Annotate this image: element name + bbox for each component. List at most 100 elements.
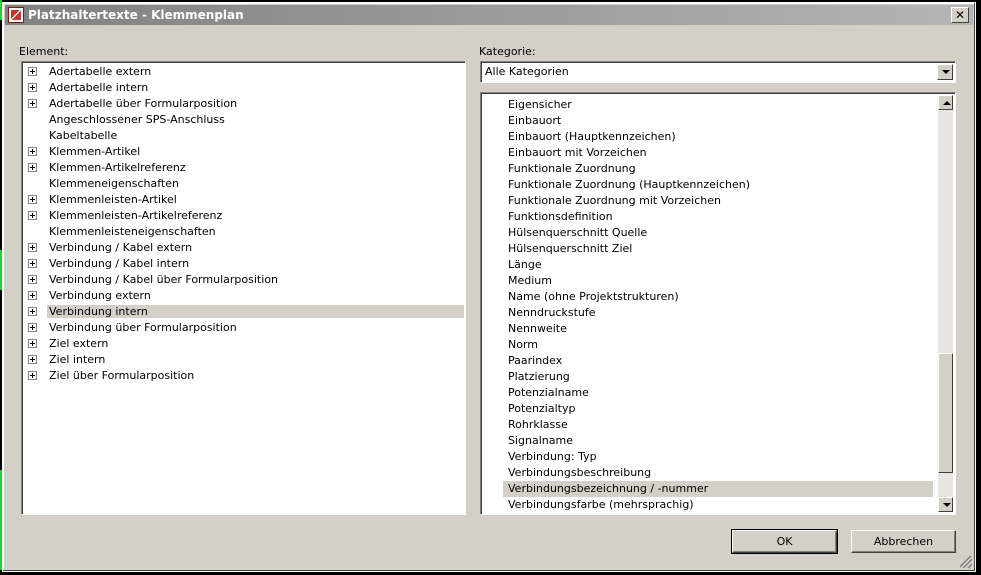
- tree-item-label: Klemmen-Artikelreferenz: [49, 161, 186, 174]
- list-item[interactable]: Potenzialtyp: [505, 401, 578, 417]
- expand-plus-icon[interactable]: [28, 259, 37, 268]
- expand-plus-icon[interactable]: [28, 307, 37, 316]
- tree-item-label: Ziel über Formularposition: [49, 369, 195, 382]
- tree-item[interactable]: Verbindung über Formularposition: [24, 320, 464, 336]
- cancel-button[interactable]: Abbrechen: [851, 530, 956, 553]
- tree-item[interactable]: Verbindung / Kabel extern: [24, 240, 464, 256]
- list-item[interactable]: Verbindungsfarbe (mehrsprachig): [505, 497, 697, 513]
- list-item[interactable]: Nenndruckstufe: [505, 305, 599, 321]
- tree-item[interactable]: Ziel über Formularposition: [24, 368, 464, 384]
- tree-item-label: Verbindung / Kabel intern: [49, 257, 190, 270]
- expand-plus-icon[interactable]: [28, 371, 37, 380]
- list-item[interactable]: Einbauort (Hauptkennzeichen): [505, 129, 679, 145]
- list-item[interactable]: Hülsenquerschnitt Quelle: [505, 225, 650, 241]
- list-item[interactable]: Verbindungsbeschreibung: [505, 465, 654, 481]
- scroll-down-button[interactable]: [938, 497, 953, 512]
- tree-item-label: Ziel extern: [49, 337, 109, 350]
- tree-item[interactable]: Ziel intern: [24, 352, 464, 368]
- tree-item-label: Verbindung / Kabel über Formularposition: [49, 273, 278, 286]
- tree-item-label: Klemmen-Artikel: [49, 145, 141, 158]
- list-item[interactable]: Funktionsdefinition: [505, 209, 616, 225]
- dialog-window: Platzhaltertexte - Klemmenplan ✕ Element…: [2, 2, 976, 572]
- list-item[interactable]: Funktionale Zuordnung (Hauptkennzeichen): [505, 177, 753, 193]
- expand-plus-icon[interactable]: [28, 99, 37, 108]
- app-icon: [8, 7, 24, 23]
- tree-item[interactable]: Verbindung / Kabel über Formularposition: [24, 272, 464, 288]
- category-dropdown-button[interactable]: [937, 64, 953, 80]
- list-item[interactable]: Einbauort: [505, 113, 564, 129]
- list-item[interactable]: Nennweite: [505, 321, 570, 337]
- arrow-up-icon: [943, 101, 951, 105]
- list-item[interactable]: Signalname: [505, 433, 576, 449]
- tree-item-label: Adertabelle extern: [49, 65, 152, 78]
- expand-plus-icon[interactable]: [28, 83, 37, 92]
- tree-item-label: Adertabelle intern: [49, 81, 149, 94]
- window-title: Platzhaltertexte - Klemmenplan: [28, 8, 244, 22]
- tree-item[interactable]: Verbindung / Kabel intern: [24, 256, 464, 272]
- tree-item[interactable]: Adertabelle über Formularposition: [24, 96, 464, 112]
- tree-item[interactable]: Ziel extern: [24, 336, 464, 352]
- list-item[interactable]: Funktionale Zuordnung mit Vorzeichen: [505, 193, 724, 209]
- list-item[interactable]: Einbauort mit Vorzeichen: [505, 145, 650, 161]
- expand-plus-icon[interactable]: [28, 211, 37, 220]
- list-item[interactable]: Norm: [505, 337, 541, 353]
- expand-plus-icon[interactable]: [28, 323, 37, 332]
- tree-item-label: Ziel intern: [49, 353, 106, 366]
- tree-item-label: Adertabelle über Formularposition: [49, 97, 238, 110]
- tree-item-label: Klemmeneigenschaften: [49, 177, 179, 190]
- tree-item-label: Verbindung extern: [49, 289, 151, 302]
- tree-item[interactable]: Klemmeneigenschaften: [24, 176, 464, 192]
- list-item[interactable]: Funktionale Zuordnung: [505, 161, 639, 177]
- ok-button[interactable]: OK: [731, 529, 838, 554]
- expand-plus-icon[interactable]: [28, 291, 37, 300]
- list-item[interactable]: Name (ohne Projektstrukturen): [505, 289, 682, 305]
- list-item[interactable]: Platzierung: [505, 369, 573, 385]
- expand-plus-icon[interactable]: [28, 355, 37, 364]
- tree-item-label: Angeschlossener SPS-Anschluss: [49, 113, 225, 126]
- placeholder-list[interactable]: Verbindungsfarbe (mehrsprachig) Verbindun…: [480, 92, 956, 515]
- element-tree[interactable]: Adertabelle extern Adertabelle intern Ader…: [21, 61, 466, 515]
- list-item[interactable]: Hülsenquerschnitt Ziel: [505, 241, 635, 257]
- close-button[interactable]: ✕: [951, 7, 969, 23]
- list-item[interactable]: Medium: [505, 273, 555, 289]
- list-item[interactable]: Paarindex: [505, 353, 565, 369]
- tree-item[interactable]: Kabeltabelle: [24, 128, 464, 144]
- expand-plus-icon[interactable]: [28, 195, 37, 204]
- tree-item[interactable]: Klemmenleisten-Artikel: [24, 192, 464, 208]
- expand-plus-icon[interactable]: [28, 339, 37, 348]
- list-scrollbar[interactable]: [938, 95, 953, 512]
- title-bar[interactable]: Platzhaltertexte - Klemmenplan ✕: [5, 5, 973, 25]
- tree-item-label: Klemmenleisten-Artikelreferenz: [49, 209, 223, 222]
- tree-item[interactable]: Adertabelle intern: [24, 80, 464, 96]
- tree-item[interactable]: Klemmenleisten-Artikelreferenz: [24, 208, 464, 224]
- expand-plus-icon[interactable]: [28, 147, 37, 156]
- list-item[interactable]: Potenzialname: [505, 385, 592, 401]
- list-item[interactable]: Verbindungsbezeichnung / -nummer: [503, 481, 933, 497]
- tree-item-label: Kabeltabelle: [49, 129, 118, 142]
- expand-plus-icon[interactable]: [28, 243, 37, 252]
- tree-item[interactable]: Verbindung intern: [24, 304, 464, 320]
- tree-item[interactable]: Klemmen-Artikel: [24, 144, 464, 160]
- tree-item-label: Verbindung / Kabel extern: [49, 241, 193, 254]
- scroll-thumb[interactable]: [938, 353, 953, 473]
- resize-grip[interactable]: [960, 556, 972, 568]
- list-item[interactable]: Verbindung: Typ: [505, 449, 600, 465]
- scroll-up-button[interactable]: [938, 95, 953, 110]
- list-item[interactable]: Eigensicher: [505, 97, 575, 113]
- tree-item[interactable]: Angeschlossener SPS-Anschluss: [24, 112, 464, 128]
- tree-item-label: Klemmenleisten-Artikel: [49, 193, 177, 206]
- tree-item[interactable]: Klemmenleisteneigenschaften: [24, 224, 464, 240]
- tree-item-label: Klemmenleisteneigenschaften: [49, 225, 216, 238]
- category-select[interactable]: Alle Kategorien: [480, 61, 956, 83]
- list-item[interactable]: Länge: [505, 257, 545, 273]
- chevron-down-icon: [942, 70, 950, 74]
- tree-item-label: Verbindung intern: [47, 305, 464, 318]
- expand-plus-icon[interactable]: [28, 67, 37, 76]
- tree-item[interactable]: Klemmen-Artikelreferenz: [24, 160, 464, 176]
- list-item[interactable]: Rohrklasse: [505, 417, 571, 433]
- expand-plus-icon[interactable]: [28, 275, 37, 284]
- expand-plus-icon[interactable]: [28, 163, 37, 172]
- category-label: Kategorie:: [479, 45, 536, 58]
- tree-item[interactable]: Verbindung extern: [24, 288, 464, 304]
- tree-item[interactable]: Adertabelle extern: [24, 64, 464, 80]
